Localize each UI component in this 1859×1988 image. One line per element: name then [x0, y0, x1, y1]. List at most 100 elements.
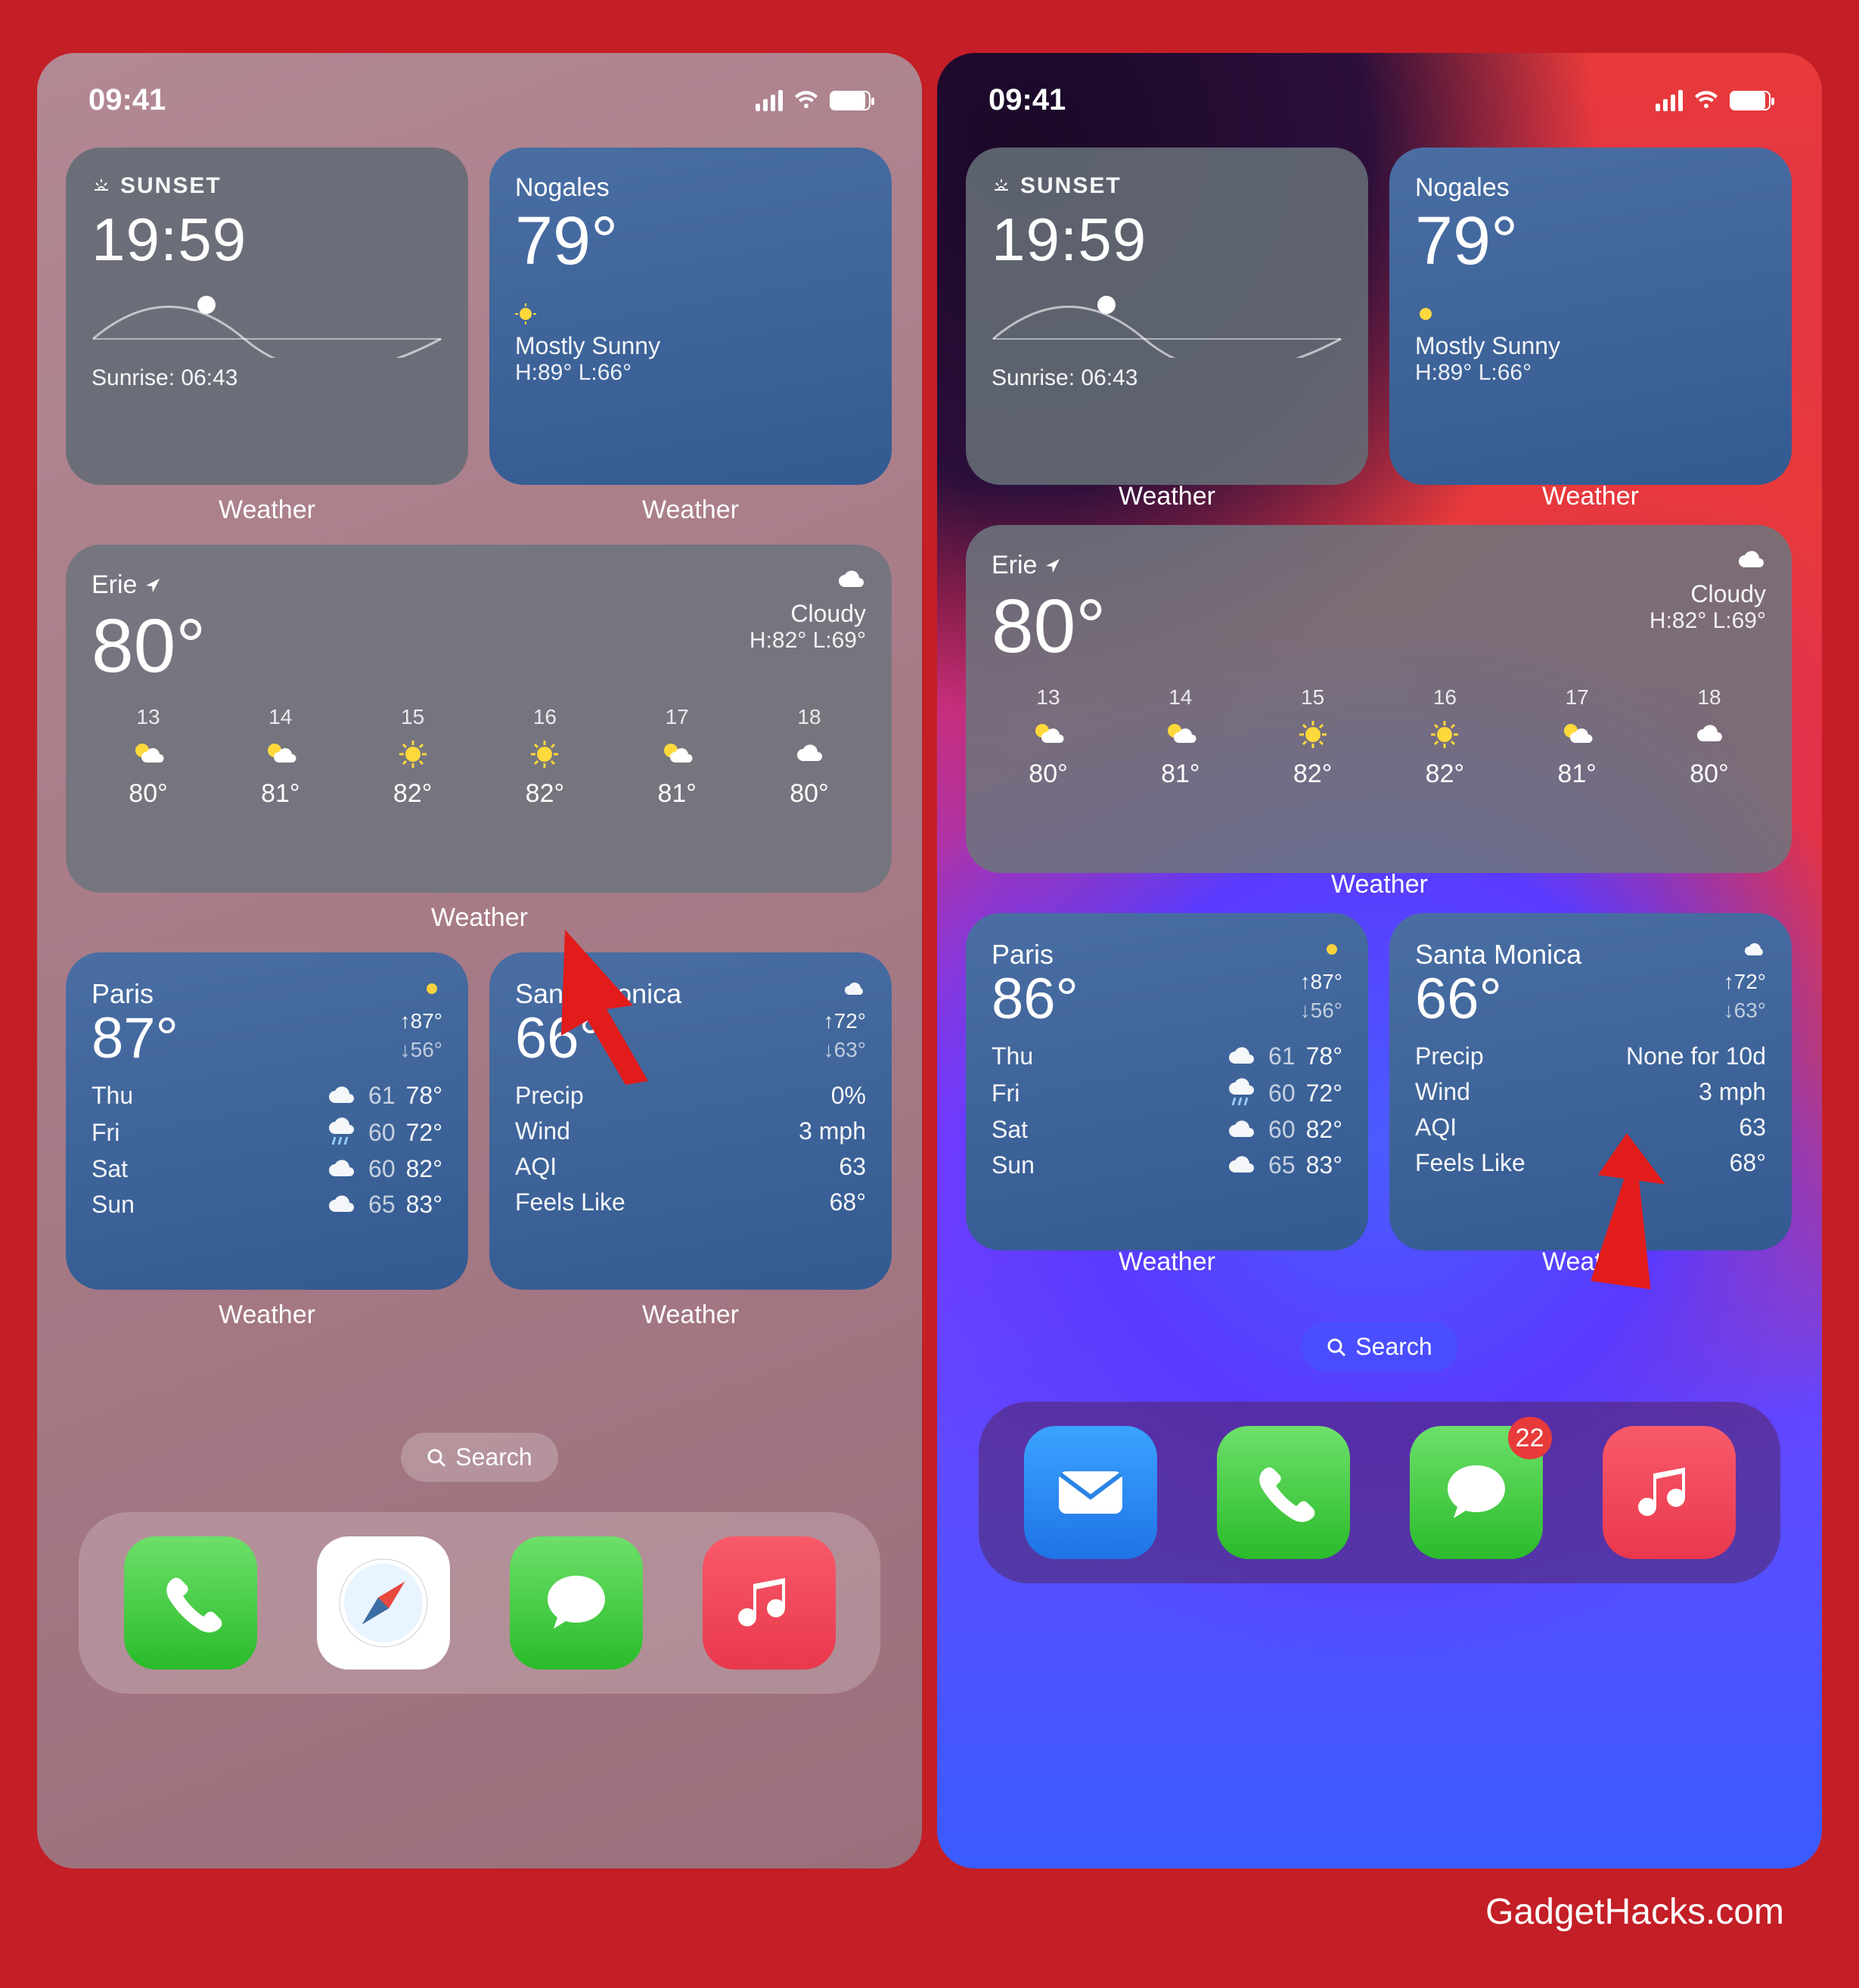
sunrise-text: Sunrise: 06:43: [992, 365, 1342, 391]
wifi-icon: [793, 90, 819, 111]
widget-caption: Weather: [1389, 1247, 1792, 1277]
sun-curve: [92, 290, 442, 358]
nogales-city: Nogales: [515, 173, 866, 203]
erie-cond: Cloudy: [749, 600, 866, 628]
day-row: Fri60 72°: [992, 1074, 1342, 1112]
paris-days: Thu61 78°Fri60 72°Sat60 82°Sun65 83°: [92, 1078, 442, 1222]
messages-app-icon[interactable]: [510, 1536, 643, 1670]
mail-app-icon[interactable]: [1024, 1426, 1157, 1559]
sun-icon: [515, 303, 866, 329]
sunset-icon: [992, 176, 1011, 196]
sun-curve: [992, 290, 1342, 358]
attribution-text: GadgetHacks.com: [37, 1891, 1784, 1933]
erie-widget[interactable]: Erie 80° Cloudy H:82° L:69° 1380°1481°15…: [966, 525, 1792, 873]
sunset-widget[interactable]: SUNSET 19:59 Sunrise: 06:43: [66, 148, 468, 485]
hour-forecast: 1682°: [488, 705, 601, 809]
erie-city: Erie: [992, 551, 1106, 580]
day-row: Sun65 83°: [92, 1187, 442, 1222]
hour-forecast: 1781°: [1520, 685, 1634, 789]
erie-city: Erie: [92, 570, 206, 600]
hour-forecast: 1582°: [1256, 685, 1370, 789]
sunset-time: 19:59: [992, 205, 1342, 275]
nogales-hilo: H:89° L:66°: [1415, 360, 1766, 386]
santamonica-widget[interactable]: Santa Monica 66° 72° 63° Precip0%Wind3 m…: [489, 952, 892, 1290]
paris-days: Thu61 78°Fri60 72°Sat60 82°Sun65 83°: [992, 1039, 1342, 1183]
widget-caption: Weather: [489, 495, 892, 525]
phone-app-icon[interactable]: [124, 1536, 257, 1670]
status-bar: 09:41: [966, 76, 1793, 148]
erie-widget[interactable]: Erie 80° Cloudy H:82° L:69° 1380°1481°15…: [66, 545, 892, 893]
status-bar: 09:41: [66, 76, 893, 148]
sunset-time: 19:59: [92, 205, 442, 275]
sm-stats: PrecipNone for 10dWind3 mphAQI63Feels Li…: [1415, 1039, 1766, 1181]
hour-forecast: 1880°: [1653, 685, 1766, 789]
nogales-city: Nogales: [1415, 173, 1766, 203]
location-icon: [1044, 558, 1061, 574]
stat-row: Wind3 mph: [1415, 1074, 1766, 1110]
erie-hours: 1380°1481°1582°1682°1781°1880°: [992, 685, 1766, 789]
dock: 22: [979, 1402, 1780, 1583]
sm-temp: 66°: [515, 1010, 681, 1067]
nogales-widget[interactable]: Nogales 79° Mostly Sunny H:89° L:66°: [489, 148, 892, 485]
widget-caption: Weather: [1389, 482, 1792, 511]
stat-row: AQI63: [515, 1149, 866, 1185]
hour-forecast: 1582°: [356, 705, 470, 809]
widget-caption: Weather: [966, 1247, 1368, 1277]
cloud-icon: [1742, 942, 1766, 960]
cellular-icon: [1656, 90, 1683, 111]
hour-forecast: 1380°: [92, 705, 205, 809]
sm-city: Santa Monica: [515, 978, 681, 1010]
stat-row: Precip0%: [515, 1078, 866, 1114]
messages-app-icon[interactable]: 22: [1410, 1426, 1543, 1559]
widget-caption: Weather: [66, 495, 468, 525]
cellular-icon: [756, 90, 783, 111]
day-row: Sat60 82°: [92, 1151, 442, 1187]
search-button[interactable]: Search: [1301, 1322, 1457, 1371]
hour-forecast: 1682°: [1388, 685, 1501, 789]
location-icon: [144, 577, 161, 594]
cloud-icon: [842, 981, 866, 999]
status-time: 09:41: [988, 83, 1066, 117]
sunset-widget[interactable]: SUNSET 19:59 Sunrise: 06:43: [966, 148, 1368, 485]
stat-row: Feels Like68°: [515, 1185, 866, 1220]
phone-right: 09:41 SUNSET 19:59 Sunrise: 06:43 Nogale…: [937, 53, 1822, 1868]
day-row: Sat60 82°: [992, 1112, 1342, 1148]
paris-widget[interactable]: Paris 87° 87° 56° Thu61 78°Fri60 72°Sat6…: [66, 952, 468, 1290]
battery-icon: [1730, 91, 1771, 110]
santamonica-widget[interactable]: Santa Monica 66° 72° 63° PrecipNone for …: [1389, 913, 1792, 1250]
paris-city: Paris: [992, 939, 1078, 971]
sun-icon: [1321, 939, 1342, 960]
search-button[interactable]: Search: [401, 1433, 557, 1482]
widget-caption: Weather: [489, 1300, 892, 1330]
sunset-label: SUNSET: [1020, 173, 1122, 199]
nogales-widget[interactable]: Nogales 79° Mostly Sunny H:89° L:66°: [1389, 148, 1792, 485]
hour-forecast: 1481°: [1124, 685, 1237, 789]
sun-icon: [1415, 303, 1766, 329]
erie-hours: 1380°1481°1582°1682°1781°1880°: [92, 705, 866, 809]
widget-caption: Weather: [66, 1300, 468, 1330]
sm-city: Santa Monica: [1415, 939, 1581, 971]
wifi-icon: [1693, 90, 1719, 111]
day-row: Fri60 72°: [92, 1114, 442, 1151]
sm-temp: 66°: [1415, 971, 1581, 1028]
phone-app-icon[interactable]: [1217, 1426, 1350, 1559]
stat-row: Wind3 mph: [515, 1114, 866, 1149]
day-row: Thu61 78°: [92, 1078, 442, 1114]
nogales-cond: Mostly Sunny: [515, 332, 866, 360]
hour-forecast: 1880°: [753, 705, 866, 809]
paris-lo: 56°: [400, 1036, 442, 1064]
music-app-icon[interactable]: [703, 1536, 836, 1670]
paris-hi: 87°: [400, 1007, 442, 1036]
comparison-frame: 09:41 SUNSET 19:59 Sunrise: 06:43 Nogale…: [7, 15, 1852, 1955]
sm-hi: 72°: [824, 1007, 866, 1036]
nogales-cond: Mostly Sunny: [1415, 332, 1766, 360]
nogales-temp: 79°: [515, 203, 866, 281]
paris-hi: 87°: [1300, 968, 1342, 996]
widget-caption: Weather: [966, 870, 1793, 899]
sunset-icon: [92, 176, 111, 196]
music-app-icon[interactable]: [1603, 1426, 1736, 1559]
paris-widget[interactable]: Paris 86° 87° 56° Thu61 78°Fri60 72°Sat6…: [966, 913, 1368, 1250]
safari-app-icon[interactable]: [317, 1536, 450, 1670]
sunset-label: SUNSET: [120, 173, 222, 199]
status-time: 09:41: [88, 83, 166, 117]
